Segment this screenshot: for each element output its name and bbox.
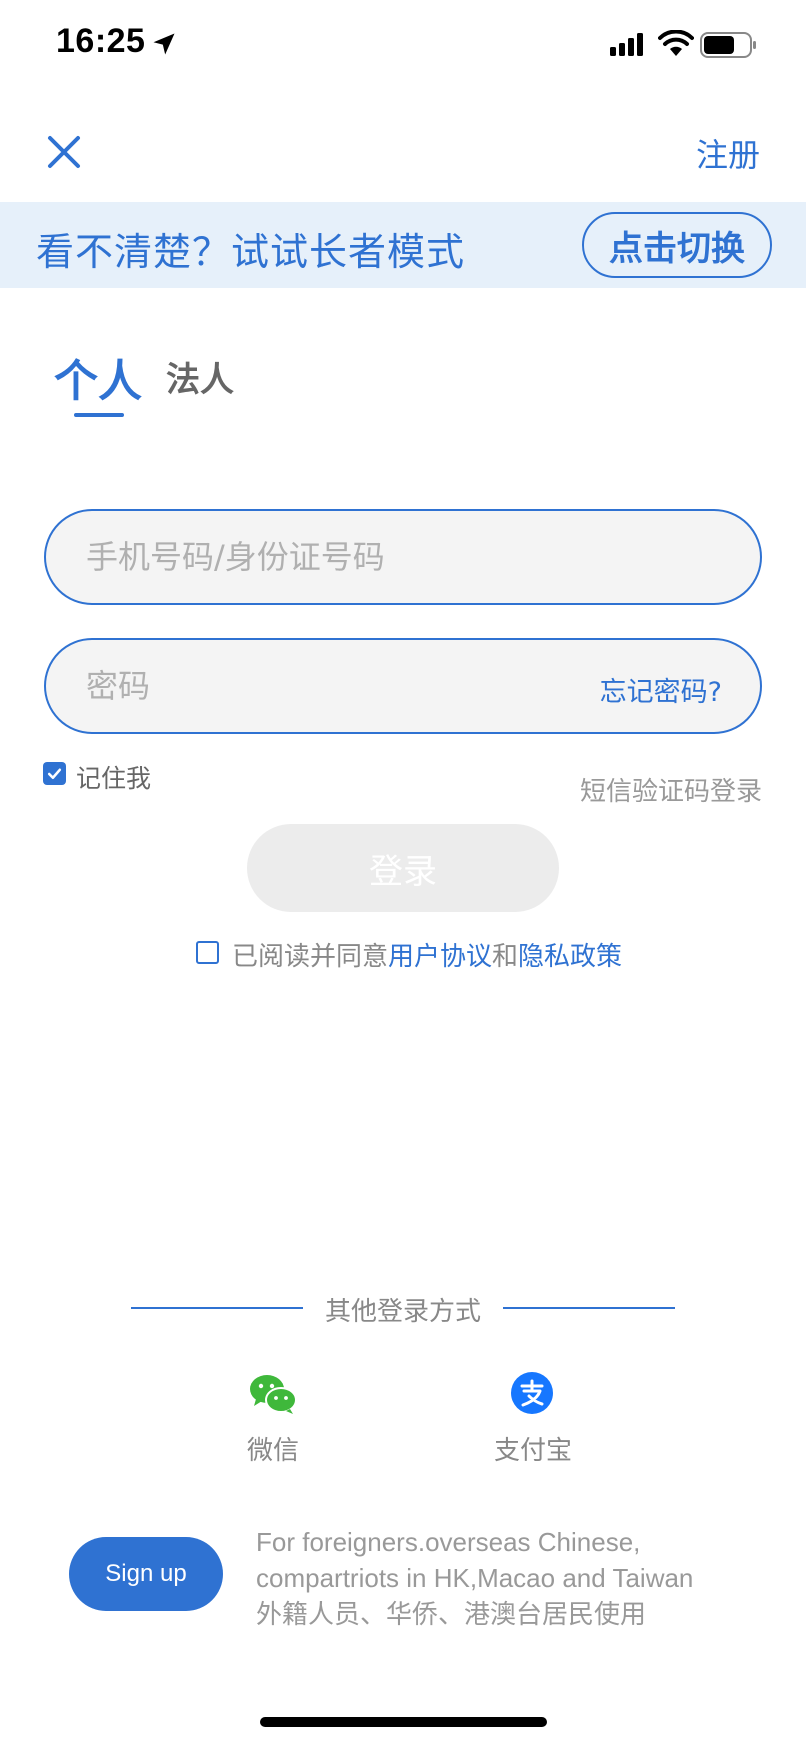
remember-me-label[interactable]: 记住我 <box>76 759 151 795</box>
cellular-signal-icon <box>610 33 643 56</box>
password-field: 忘记密码? <box>44 638 762 734</box>
home-indicator <box>260 1717 547 1727</box>
battery-icon <box>700 32 756 58</box>
foreigner-note-line3: 外籍人员、华侨、港澳台居民使用 <box>256 1599 647 1629</box>
phone-id-input[interactable] <box>86 511 606 603</box>
login-button[interactable]: 登录 <box>247 824 559 912</box>
phone-id-field <box>44 509 762 605</box>
close-icon[interactable] <box>42 130 86 174</box>
agreement-and: 和 <box>492 942 519 972</box>
agreement-prefix: 已阅读并同意 <box>232 942 389 972</box>
foreigner-note: For foreigners.overseas Chinese, compart… <box>256 1524 776 1632</box>
wechat-icon[interactable] <box>248 1372 298 1416</box>
agreement-checkbox[interactable] <box>196 941 219 964</box>
wechat-login-label[interactable]: 微信 <box>247 1430 299 1467</box>
remember-me-checkbox[interactable] <box>43 762 66 785</box>
wifi-icon <box>658 30 694 56</box>
elder-mode-switch-button[interactable]: 点击切换 <box>582 212 772 278</box>
privacy-policy-link[interactable]: 隐私政策 <box>518 942 622 972</box>
forgot-password-link[interactable]: 忘记密码? <box>600 670 722 709</box>
alipay-login-label[interactable]: 支付宝 <box>494 1430 572 1467</box>
location-arrow-icon <box>153 33 175 55</box>
sms-login-link[interactable]: 短信验证码登录 <box>580 771 762 808</box>
tab-legal-person[interactable]: 法人 <box>166 352 234 401</box>
elder-mode-text: 看不清楚？试试长者模式 <box>36 230 466 274</box>
active-tab-indicator <box>74 413 124 417</box>
status-time: 16:25 <box>56 22 146 60</box>
alipay-icon[interactable] <box>511 1372 553 1414</box>
check-icon <box>47 768 62 780</box>
divider-right <box>503 1307 675 1309</box>
user-agreement-link[interactable]: 用户协议 <box>388 942 492 972</box>
foreigner-note-line2: compartriots in HK,Macao and Taiwan <box>256 1563 694 1593</box>
register-link[interactable]: 注册 <box>696 130 760 176</box>
tab-personal[interactable]: 个人 <box>54 345 142 409</box>
signup-button[interactable]: Sign up <box>69 1537 223 1611</box>
agreement-text: 已阅读并同意用户协议和隐私政策 <box>232 936 622 973</box>
password-input[interactable] <box>86 640 606 732</box>
foreigner-note-line1: For foreigners.overseas Chinese, <box>256 1527 641 1557</box>
other-login-title: 其他登录方式 <box>324 1297 481 1327</box>
